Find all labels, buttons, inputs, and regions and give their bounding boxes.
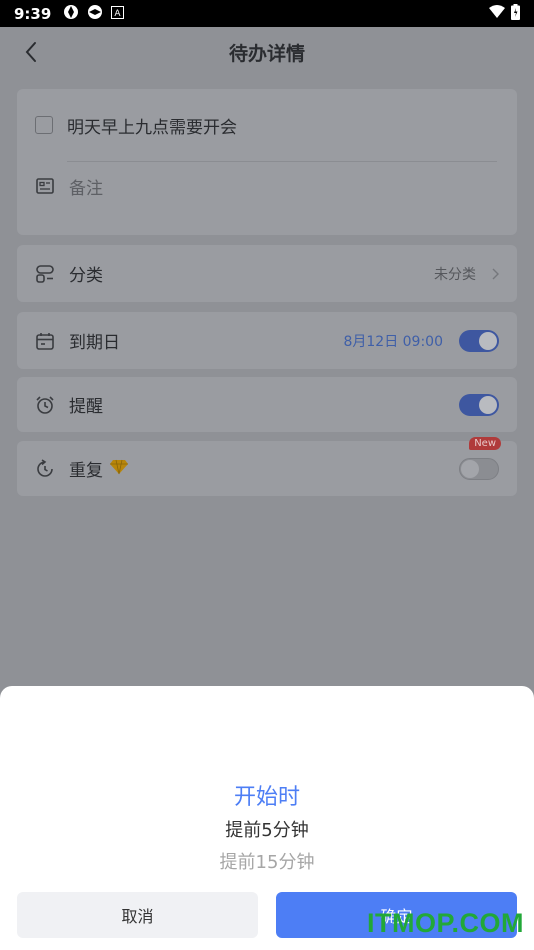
category-value[interactable]: 未分类 — [434, 264, 476, 284]
page-title: 待办详情 — [228, 42, 305, 65]
reminder-card[interactable]: 提醒 — [17, 377, 517, 432]
cancel-button[interactable]: 取消 — [17, 892, 258, 938]
battery-icon — [511, 3, 520, 24]
category-label: 分类 — [69, 266, 103, 286]
text-notification-icon: A — [111, 4, 125, 23]
premium-diamond-icon — [109, 459, 129, 479]
picker-option-selected[interactable]: 开始时 — [0, 781, 534, 815]
alarm-clock-icon — [35, 395, 55, 415]
app-notification-icon — [87, 4, 103, 24]
picker-option[interactable]: 提前5分钟 — [0, 815, 534, 847]
due-date-card[interactable]: 到期日 8月12日 09:00 — [17, 312, 517, 369]
reminder-toggle[interactable] — [459, 393, 499, 416]
new-badge: New — [469, 437, 501, 450]
picker-option[interactable]: 提前15分钟 — [0, 847, 534, 879]
repeat-clock-icon — [35, 458, 55, 479]
category-icon — [35, 264, 55, 284]
app-notification-icon — [63, 4, 79, 24]
chevron-right-icon — [492, 268, 499, 279]
due-date-label: 到期日 — [69, 333, 120, 353]
note-icon — [35, 176, 55, 196]
repeat-toggle[interactable] — [459, 457, 499, 480]
wifi-icon — [489, 4, 505, 23]
category-card[interactable]: 分类 未分类 — [17, 245, 517, 302]
chevron-left-icon — [25, 42, 36, 62]
todo-title[interactable]: 明天早上九点需要开会 — [67, 113, 237, 138]
todo-card: 明天早上九点需要开会 备注 — [17, 89, 517, 235]
note-placeholder[interactable]: 备注 — [69, 174, 103, 199]
reminder-label: 提醒 — [69, 397, 103, 417]
due-date-value[interactable]: 8月12日 09:00 — [343, 331, 443, 351]
app-header: 待办详情 — [0, 27, 534, 77]
due-date-toggle[interactable] — [459, 329, 499, 352]
status-bar: 9:39 A — [0, 0, 534, 27]
back-button[interactable] — [18, 39, 44, 65]
repeat-label: 重复 — [69, 461, 103, 481]
repeat-card[interactable]: New 重复 — [17, 437, 517, 496]
repeat-row[interactable]: 重复 — [17, 441, 517, 496]
due-date-row[interactable]: 到期日 8月12日 09:00 — [17, 312, 517, 369]
todo-checkbox[interactable] — [35, 116, 53, 134]
watermark: ITMOP.COM — [366, 908, 524, 938]
calendar-icon — [35, 331, 55, 351]
category-row[interactable]: 分类 未分类 — [17, 245, 517, 302]
status-time: 9:39 — [14, 4, 52, 23]
reminder-time-picker[interactable]: 开始时 提前5分钟 提前15分钟 — [0, 781, 534, 879]
reminder-row[interactable]: 提醒 — [17, 377, 517, 432]
note-row[interactable]: 备注 — [17, 162, 517, 210]
svg-text:A: A — [115, 9, 122, 19]
todo-title-row[interactable]: 明天早上九点需要开会 — [17, 89, 517, 161]
